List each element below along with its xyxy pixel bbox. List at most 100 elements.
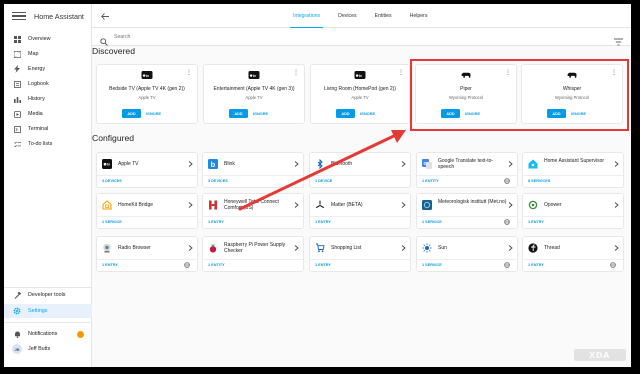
chevron-right-icon[interactable]	[508, 245, 513, 251]
discovered-card[interactable]: ⋮ Piper Wyoming Protocol ADD IGNORE	[415, 64, 517, 124]
sidebar-item-label: Media	[28, 111, 43, 117]
sidebar-item-history[interactable]: History	[4, 92, 92, 106]
back-arrow-icon[interactable]	[100, 11, 110, 21]
integration-name: Sun	[438, 245, 447, 251]
integration-count-link[interactable]: 3 DEVICES	[208, 179, 228, 183]
card-divider	[310, 259, 410, 260]
chevron-right-icon[interactable]	[401, 245, 406, 251]
more-options-icon[interactable]: ⋮	[611, 70, 617, 76]
integration-card[interactable]: HomeKit Bridge 1 SERVICE	[96, 193, 198, 229]
chevron-right-icon[interactable]	[188, 202, 193, 208]
tab-entities[interactable]: Entities	[366, 4, 401, 28]
chevron-right-icon[interactable]	[294, 161, 299, 167]
integration-count-link[interactable]: 1 ENTRY	[102, 263, 118, 267]
more-options-icon[interactable]: ⋮	[398, 70, 404, 76]
discovered-card[interactable]: tv ⋮ Entertainment (Apple TV 4K (gen 3)) Ap…	[203, 64, 305, 124]
integration-count-link[interactable]: 1 ENTRY	[315, 220, 331, 224]
integration-count-link[interactable]: 1 ENTITY	[422, 179, 439, 183]
integration-card[interactable]: Shopping List 1 ENTRY	[309, 236, 411, 272]
add-button[interactable]: ADD	[547, 109, 566, 118]
ignore-button[interactable]: IGNORE	[146, 109, 161, 118]
card-divider	[203, 259, 303, 260]
integration-count-link[interactable]: 1 ENTITY	[208, 263, 225, 267]
grid-icon	[13, 35, 21, 43]
integration-count-link[interactable]: 1 ENTRY	[528, 263, 544, 267]
integration-count-link[interactable]: 8 SERVICES	[528, 179, 550, 183]
more-options-icon[interactable]: ⋮	[293, 70, 299, 76]
integration-card[interactable]: Raspberry Pi Power Supply Checker 1 ENTIT…	[202, 236, 304, 272]
integration-count-link[interactable]: 1 SERVICE	[422, 263, 442, 267]
integration-name: Radio Browser	[118, 245, 151, 251]
integration-card[interactable]: Opower 1 ENTRY	[522, 193, 624, 229]
matter-logo-icon	[315, 200, 325, 210]
chevron-right-icon[interactable]	[188, 161, 193, 167]
integration-card[interactable]: Radio Browser 1 ENTRY	[96, 236, 198, 272]
sidebar-item-energy[interactable]: Energy	[4, 62, 92, 76]
sidebar-item-label: Terminal	[28, 126, 49, 132]
sidebar-item-profile[interactable]: JB Jeff Butts	[4, 342, 92, 356]
chevron-right-icon[interactable]	[508, 202, 513, 208]
card-divider	[203, 216, 303, 217]
integration-count-link[interactable]: 1 ENTRY	[208, 220, 224, 224]
sidebar-divider	[4, 322, 92, 323]
card-divider	[417, 175, 517, 176]
sidebar-item-todo-lists[interactable]: To-do lists	[4, 137, 92, 151]
add-button[interactable]: ADD	[122, 109, 141, 118]
integration-card[interactable]: G Google Translate text-to-speech 1 ENTITY	[416, 152, 518, 188]
sidebar-item-notifications[interactable]: Notifications	[4, 327, 92, 341]
chevron-right-icon[interactable]	[188, 245, 193, 251]
sidebar-item-settings[interactable]: Settings	[4, 304, 92, 318]
discovered-card-title: Piper	[460, 86, 472, 92]
sidebar-item-media[interactable]: Media	[4, 107, 92, 121]
integration-card[interactable]: b Blink 3 DEVICES	[202, 152, 304, 188]
tab-helpers[interactable]: Helpers	[401, 4, 437, 28]
tab-integrations[interactable]: Integrations	[284, 4, 329, 28]
chevron-right-icon[interactable]	[294, 202, 299, 208]
chevron-right-icon[interactable]	[401, 161, 406, 167]
add-button[interactable]: ADD	[229, 109, 248, 118]
search-input[interactable]	[114, 33, 514, 40]
chevron-right-icon[interactable]	[614, 202, 619, 208]
integration-card[interactable]: Bluetooth 1 DEVICE	[309, 152, 411, 188]
integration-count-link[interactable]: 1 ENTRY	[315, 263, 331, 267]
integration-count-link[interactable]: 1 SERVICE	[422, 220, 442, 224]
more-options-icon[interactable]: ⋮	[186, 70, 192, 76]
ignore-button[interactable]: IGNORE	[360, 109, 375, 118]
integration-card[interactable]: Home Assistant Supervisor 8 SERVICES	[522, 152, 624, 188]
tab-bar: Integrations Devices Entities Helpers	[284, 4, 436, 28]
tab-devices[interactable]: Devices	[329, 4, 365, 28]
integration-card[interactable]: Matter (BETA) 1 ENTRY	[309, 193, 411, 229]
ignore-button[interactable]: IGNORE	[253, 109, 268, 118]
sidebar-item-logbook[interactable]: Logbook	[4, 77, 92, 91]
chevron-right-icon[interactable]	[614, 245, 619, 251]
discovered-card[interactable]: ⋮ Whisper Wyoming Protocol ADD IGNORE	[521, 64, 623, 124]
sidebar-item-map[interactable]: Map	[4, 47, 92, 61]
integration-count-link[interactable]: 3 DEVICES	[102, 179, 122, 183]
add-button[interactable]: ADD	[336, 109, 355, 118]
integration-count-link[interactable]: 1 ENTRY	[528, 220, 544, 224]
sidebar-item-developer-tools[interactable]: Developer tools	[4, 288, 92, 302]
sidebar-item-overview[interactable]: Overview	[4, 32, 92, 46]
discovered-card[interactable]: tv ⋮ Bedside TV (Apple TV 4K (gen 2)) Apple…	[96, 64, 198, 124]
discovered-card[interactable]: tv ⋮ Living Room (HomePod (gen 2)) Apple TV…	[310, 64, 410, 124]
ignore-button[interactable]: IGNORE	[465, 109, 480, 118]
integration-count-link[interactable]: 1 DEVICE	[315, 179, 332, 183]
sidebar-item-label: Developer tools	[28, 292, 66, 298]
discovered-card-title: Whisper	[562, 86, 582, 92]
chevron-right-icon[interactable]	[294, 245, 299, 251]
chevron-right-icon[interactable]	[508, 161, 513, 167]
hamburger-menu-icon[interactable]	[12, 12, 26, 20]
ignore-button[interactable]: IGNORE	[571, 109, 586, 118]
chevron-right-icon[interactable]	[614, 161, 619, 167]
integration-card[interactable]: Meteorologisk institutt (Met.no) 1 SERVIC…	[416, 193, 518, 229]
add-button[interactable]: ADD	[441, 109, 460, 118]
integration-count-link[interactable]: 1 SERVICE	[102, 220, 122, 224]
integration-card[interactable]: Thread 1 ENTRY	[522, 236, 624, 272]
chevron-right-icon[interactable]	[401, 202, 406, 208]
filter-icon[interactable]	[614, 33, 623, 46]
integration-card[interactable]: Sun 1 SERVICE	[416, 236, 518, 272]
sidebar-item-terminal[interactable]: Terminal	[4, 122, 92, 136]
integration-card[interactable]: tv Apple TV 3 DEVICES	[96, 152, 198, 188]
more-options-icon[interactable]: ⋮	[505, 70, 511, 76]
integration-card[interactable]: Honeywell Total Connect Comfort (US) 1 EN…	[202, 193, 304, 229]
